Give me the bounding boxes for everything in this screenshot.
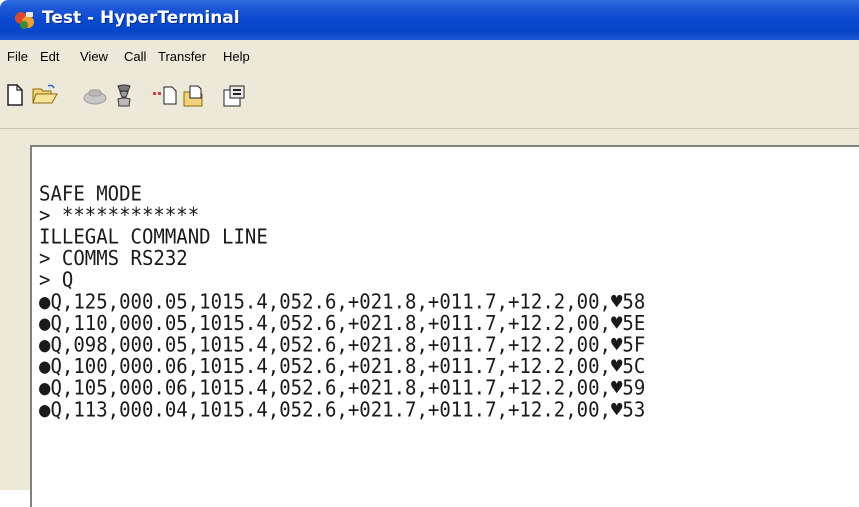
send-icon[interactable] bbox=[152, 84, 178, 106]
menu-help[interactable]: Help bbox=[223, 49, 250, 64]
menu-bar: File Edt View Call Transfer Help bbox=[0, 40, 859, 74]
disconnect-phone-icon[interactable] bbox=[114, 84, 134, 108]
menu-file[interactable]: File bbox=[7, 49, 28, 64]
menu-transfer[interactable]: Transfer bbox=[158, 49, 206, 64]
connect-phone-icon[interactable] bbox=[82, 84, 108, 106]
terminal-output: SAFE MODE > ************ ILLEGAL COMMAND L… bbox=[39, 183, 645, 421]
menu-view[interactable]: View bbox=[80, 49, 108, 64]
new-file-icon[interactable] bbox=[6, 84, 24, 106]
terminal-line: ●Q,100,000.06,1015.4,052.6,+021.8,+011.7… bbox=[39, 354, 646, 379]
terminal-line: ●Q,113,000.04,1015.4,052.6,+021.7,+011.7… bbox=[39, 397, 646, 422]
terminal-line: ●Q,098,000.05,1015.4,052.6,+021.8,+011.7… bbox=[39, 333, 646, 357]
terminal-line: > ************ bbox=[39, 203, 200, 228]
client-area: SAFE MODE > ************ ILLEGAL COMMAND L… bbox=[0, 129, 859, 507]
toolbar bbox=[0, 74, 859, 129]
receive-icon[interactable] bbox=[182, 84, 206, 108]
terminal-line: > COMMS RS232 bbox=[39, 246, 188, 271]
terminal-line: ILLEGAL COMMAND LINE bbox=[39, 225, 268, 249]
menu-edit[interactable]: Edt bbox=[40, 49, 60, 64]
open-folder-icon[interactable] bbox=[32, 84, 58, 106]
terminal-line: > Q bbox=[39, 268, 74, 293]
terminal-line: SAFE MODE bbox=[39, 181, 142, 206]
properties-icon[interactable] bbox=[222, 84, 246, 108]
window-title: Test - HyperTerminal bbox=[42, 8, 240, 28]
hyperterminal-icon bbox=[15, 12, 34, 29]
terminal-line: ●Q,105,000.06,1015.4,052.6,+021.8,+011.7… bbox=[39, 376, 646, 401]
title-bar[interactable]: Test - HyperTerminal bbox=[0, 0, 859, 40]
terminal-screen[interactable]: SAFE MODE > ************ ILLEGAL COMMAND L… bbox=[30, 145, 859, 507]
terminal-line: ●Q,110,000.05,1015.4,052.6,+021.8,+011.7… bbox=[39, 311, 646, 336]
terminal-line: ●Q,125,000.05,1015.4,052.6,+021.8,+011.7… bbox=[39, 289, 646, 314]
menu-call[interactable]: Call bbox=[124, 49, 146, 64]
